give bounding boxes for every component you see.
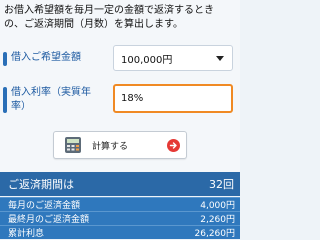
chevron-down-icon xyxy=(216,55,224,61)
result-row: 累計利息 26,260円 xyxy=(0,225,240,239)
label-marker xyxy=(3,52,7,66)
loan-amount-label-text: 借入ご希望金額 xyxy=(11,52,81,63)
rate-label-text: 借入利率（実質年 率） xyxy=(11,86,91,114)
result-header: ご返済期間は 32回 xyxy=(0,172,240,196)
final-payment-label: 最終月のご返済金額 xyxy=(8,215,90,225)
rate-label-line-1: 借入利率（実質年 xyxy=(11,87,91,98)
monthly-payment-value: 4,000円 xyxy=(200,201,235,211)
total-interest-label: 累計利息 xyxy=(8,229,45,239)
intro-text: お借入希望額を毎月一定の金額で返済するとき の、ご返済期間（月数）を算出します。 xyxy=(4,4,238,32)
intro-line-1: お借入希望額を毎月一定の金額で返済するとき xyxy=(4,5,214,16)
loan-amount-selected-value: 100,000円 xyxy=(121,54,173,66)
result-period-value: 32回 xyxy=(209,178,234,191)
calculate-button-label: 計算する xyxy=(92,141,129,152)
result-row: 毎月のご返済金額 4,000円 xyxy=(0,197,240,211)
rate-label: 借入利率（実質年 率） xyxy=(3,86,91,114)
loan-amount-select[interactable]: 100,000円 xyxy=(113,45,233,71)
rate-label-line-2: 率） xyxy=(11,101,31,112)
loan-amount-label: 借入ご希望金額 xyxy=(3,51,81,66)
monthly-payment-label: 毎月のご返済金額 xyxy=(8,201,81,211)
total-interest-value: 26,260円 xyxy=(194,229,236,239)
final-payment-value: 2,260円 xyxy=(200,215,235,225)
label-marker xyxy=(3,87,7,113)
calculator-form: お借入希望額を毎月一定の金額で返済するとき の、ご返済期間（月数）を算出します。… xyxy=(0,0,240,172)
result-row: 最終月のご返済金額 2,260円 xyxy=(0,211,240,225)
rate-input[interactable] xyxy=(113,84,233,113)
calculator-icon xyxy=(65,137,81,153)
arrow-right-icon xyxy=(167,138,180,152)
calculate-button[interactable]: 計算する xyxy=(53,131,187,159)
result-title: ご返済期間は xyxy=(8,178,74,191)
intro-line-2: の、ご返済期間（月数）を算出します。 xyxy=(4,19,183,30)
